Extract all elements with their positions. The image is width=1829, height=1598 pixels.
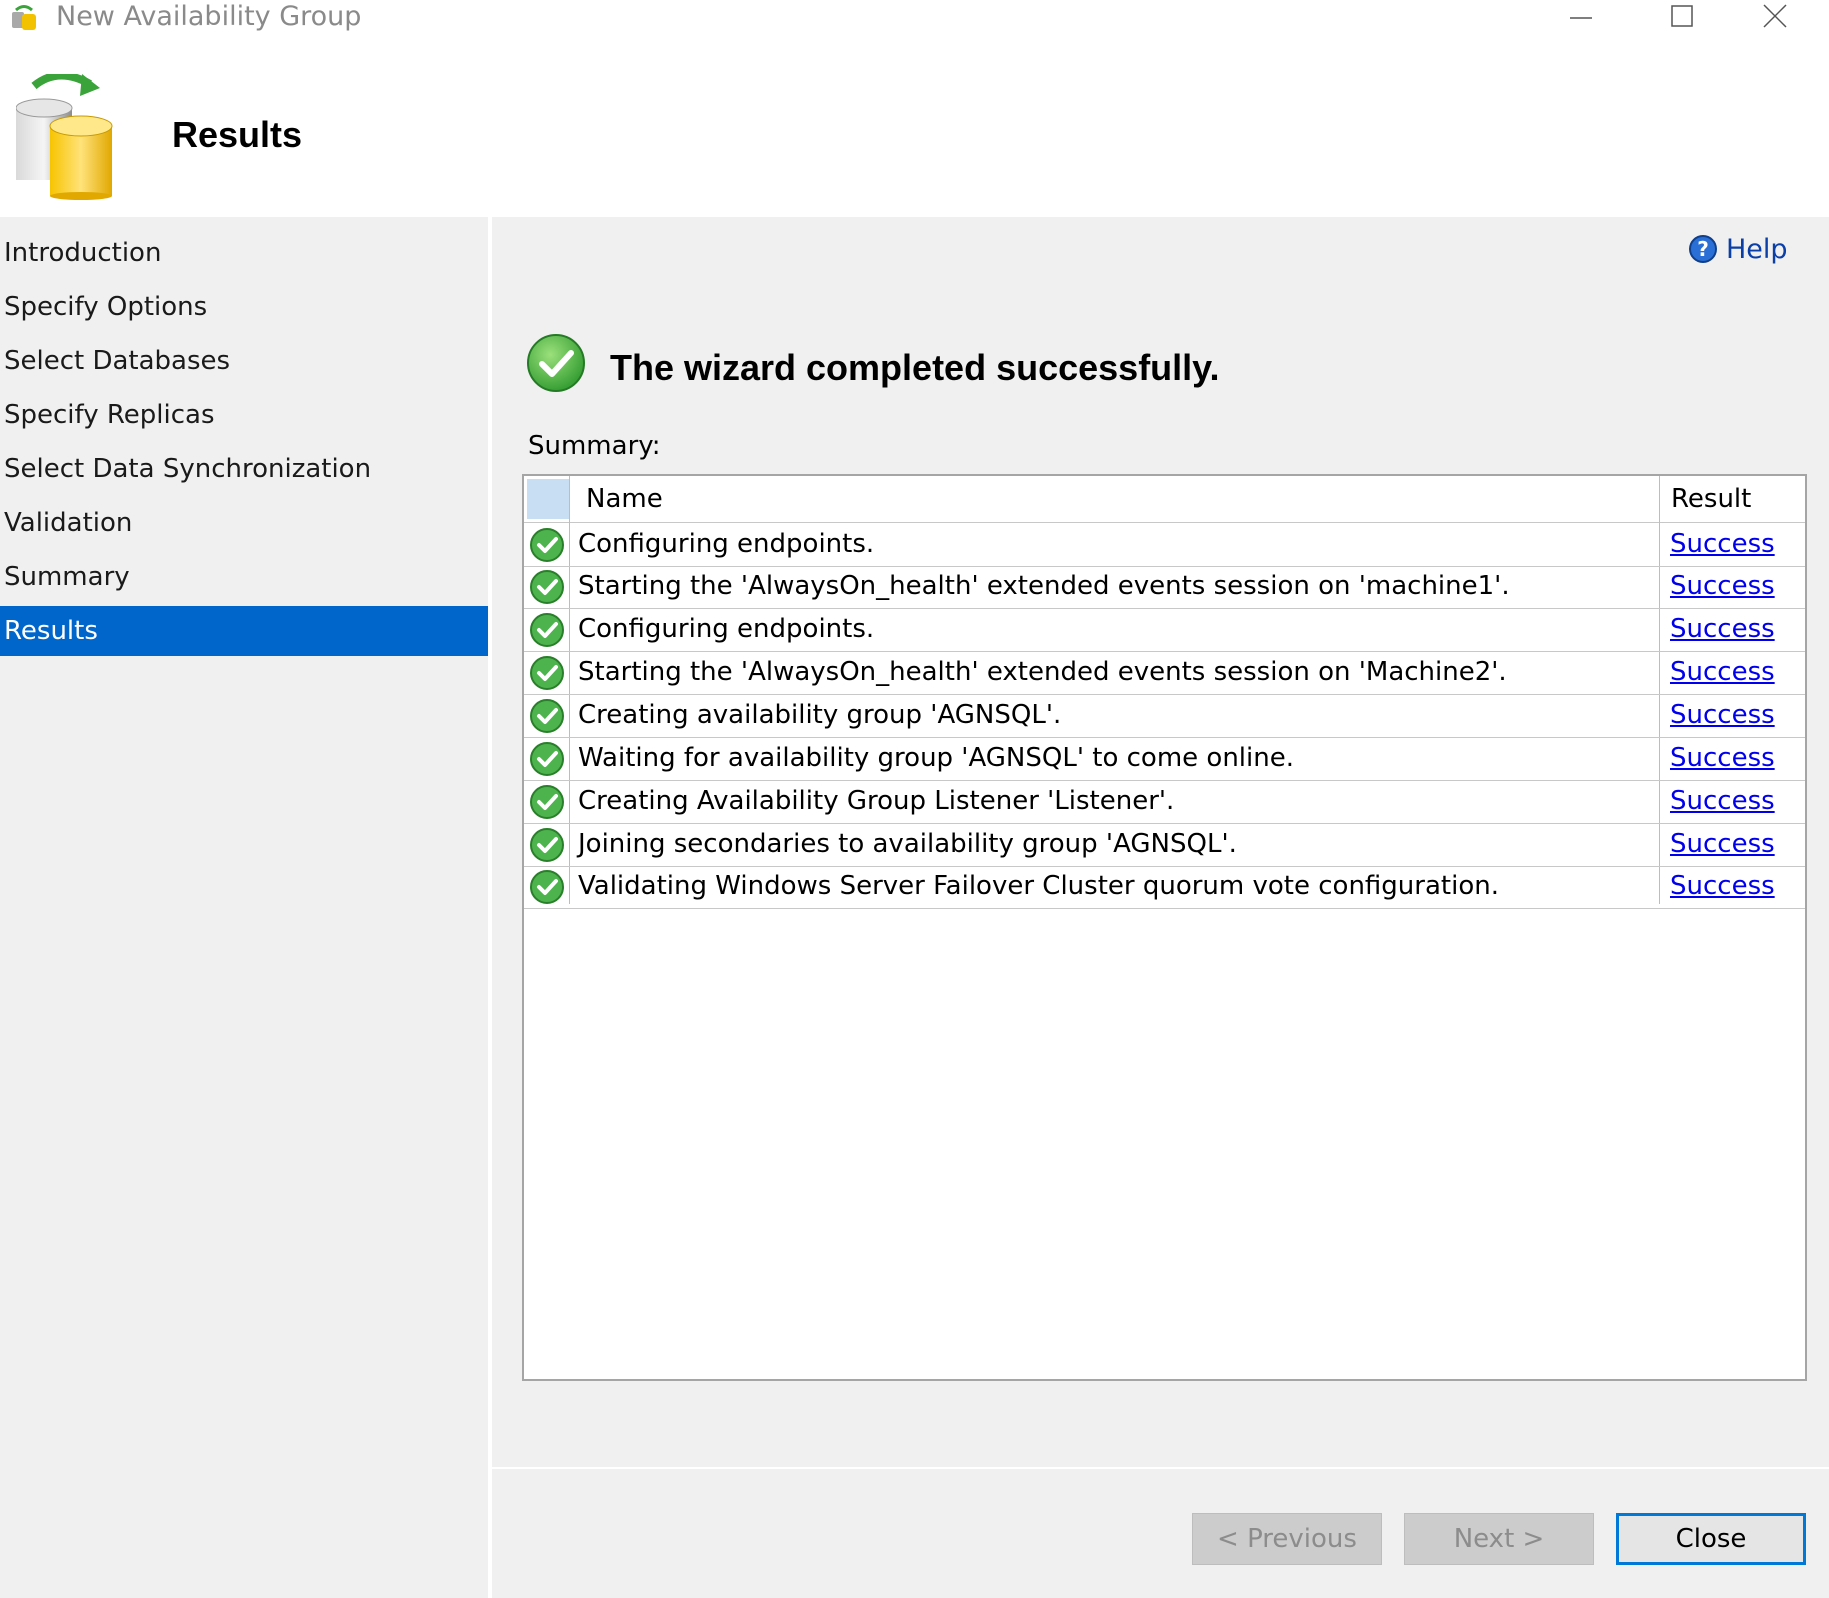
row-result-link[interactable]: Success [1670, 823, 1775, 865]
row-result-link[interactable]: Success [1670, 565, 1775, 607]
row-name: Waiting for availability group 'AGNSQL' … [578, 743, 1294, 773]
maximize-icon [1671, 5, 1693, 27]
row-name: Configuring endpoints. [578, 529, 875, 559]
nav-item-introduction[interactable]: Introduction [0, 228, 488, 278]
help-icon: ? [1689, 235, 1717, 263]
svg-text:?: ? [1697, 237, 1709, 261]
success-check-icon [530, 613, 564, 647]
nav-item-select-databases[interactable]: Select Databases [0, 336, 488, 386]
row-result-link[interactable]: Success [1670, 865, 1775, 907]
row-result-link[interactable]: Success [1670, 780, 1775, 822]
table-row: Creating availability group 'AGNSQL'. Su… [524, 694, 1805, 738]
success-check-icon [527, 334, 585, 392]
row-name: Creating Availability Group Listener 'Li… [578, 786, 1175, 816]
summary-label: Summary: [528, 431, 661, 461]
success-check-icon [530, 742, 564, 776]
row-name: Validating Windows Server Failover Clust… [578, 871, 1499, 901]
wizard-nav: Introduction Specify Options Select Data… [0, 217, 488, 1598]
page-title: Results [172, 114, 303, 155]
success-check-icon [530, 528, 564, 562]
wizard-header: Results [0, 36, 1829, 217]
nav-item-validation[interactable]: Validation [0, 498, 488, 548]
help-link[interactable]: ? Help [1688, 231, 1788, 267]
nav-item-specify-options[interactable]: Specify Options [0, 282, 488, 332]
success-check-icon [530, 785, 564, 819]
close-icon [1763, 4, 1787, 28]
table-header: Name Result [524, 476, 1805, 523]
database-sync-icon [16, 74, 113, 200]
success-check-icon [530, 656, 564, 690]
table-row: Configuring endpoints. Success [524, 608, 1805, 652]
nav-item-select-data-sync[interactable]: Select Data Synchronization [0, 444, 488, 494]
table-row: Joining secondaries to availability grou… [524, 823, 1805, 867]
table-row: Waiting for availability group 'AGNSQL' … [524, 737, 1805, 781]
success-check-icon [530, 699, 564, 733]
results-table: Name Result Configuring endpoints. Succe… [522, 474, 1807, 1381]
column-header-name[interactable]: Name [586, 476, 663, 522]
minimize-icon [1570, 17, 1592, 19]
table-row: Starting the 'AlwaysOn_health' extended … [524, 651, 1805, 695]
table-row: Creating Availability Group Listener 'Li… [524, 780, 1805, 824]
row-result-link[interactable]: Success [1670, 523, 1775, 565]
nav-item-specify-replicas[interactable]: Specify Replicas [0, 390, 488, 440]
header-corner [527, 479, 569, 519]
footer-divider [492, 1467, 1829, 1469]
success-check-icon [530, 828, 564, 862]
column-header-result[interactable]: Result [1671, 476, 1751, 522]
row-name: Creating availability group 'AGNSQL'. [578, 700, 1062, 730]
row-result-link[interactable]: Success [1670, 694, 1775, 736]
previous-button[interactable]: < Previous [1192, 1513, 1382, 1565]
row-name: Starting the 'AlwaysOn_health' extended … [578, 571, 1510, 601]
row-result-link[interactable]: Success [1670, 737, 1775, 779]
table-row: Starting the 'AlwaysOn_health' extended … [524, 565, 1805, 609]
table-row: Configuring endpoints. Success [524, 523, 1805, 567]
table-row: Validating Windows Server Failover Clust… [524, 865, 1805, 909]
row-result-link[interactable]: Success [1670, 651, 1775, 693]
success-check-icon [530, 570, 564, 604]
row-name: Configuring endpoints. [578, 614, 875, 644]
app-icon [12, 5, 36, 30]
title-bar: New Availability Group [0, 0, 1829, 36]
row-name: Joining secondaries to availability grou… [578, 829, 1237, 859]
nav-item-results[interactable]: Results [0, 606, 488, 656]
success-check-icon [530, 870, 564, 904]
row-result-link[interactable]: Success [1670, 608, 1775, 650]
help-label: Help [1726, 233, 1788, 265]
row-name: Starting the 'AlwaysOn_health' extended … [578, 657, 1507, 687]
maximize-button[interactable] [1642, 0, 1722, 36]
close-button[interactable]: Close [1616, 1513, 1806, 1565]
minimize-button[interactable] [1540, 0, 1620, 36]
success-message: The wizard completed successfully. [610, 347, 1220, 388]
close-window-button[interactable] [1744, 0, 1824, 36]
content-panel: ? Help The wizard completed successfully… [492, 217, 1829, 1598]
nav-item-summary[interactable]: Summary [0, 552, 488, 602]
next-button[interactable]: Next > [1404, 1513, 1594, 1565]
window-title: New Availability Group [56, 1, 362, 32]
